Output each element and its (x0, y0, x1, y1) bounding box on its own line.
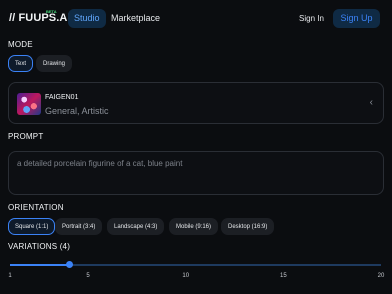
mode-label: MODE (8, 40, 33, 49)
beta-badge: BETA (46, 9, 57, 14)
orientation-label: ORIENTATION (8, 203, 64, 212)
nav-studio[interactable]: Studio (68, 9, 106, 28)
slider-tick-label: 15 (280, 273, 287, 279)
slider-tick-label: 5 (86, 273, 90, 279)
prompt-input[interactable]: a detailed porcelain figurine of a cat, … (8, 151, 384, 195)
mode-text-button[interactable]: Text (8, 55, 34, 72)
app-header: // FUUPS.AI BETA Studio Marketplace Sign… (0, 0, 392, 36)
model-selector[interactable]: FAIGEN01 General, Artistic ‹ (8, 82, 384, 124)
mode-drawing-button[interactable]: Drawing (36, 55, 73, 72)
variations-label: VARIATIONS (4) (8, 242, 71, 251)
slider-fill (10, 264, 69, 266)
variations-slider[interactable] (10, 261, 381, 268)
model-tags: General, Artistic (45, 106, 109, 116)
slider-tick-label: 20 (377, 273, 385, 279)
orientation-square-button[interactable]: Square (1:1) (8, 218, 56, 235)
slider-thumb[interactable] (65, 261, 73, 268)
model-thumbnail (17, 93, 41, 115)
orientation-mobile-button[interactable]: Mobile (9:16) (169, 218, 219, 235)
orientation-desktop-button[interactable]: Desktop (16:9) (221, 218, 275, 235)
sign-up-button[interactable]: Sign Up (333, 9, 380, 28)
orientation-landscape-button[interactable]: Landscape (4:3) (107, 218, 165, 235)
sign-in-link[interactable]: Sign In (299, 9, 324, 28)
orientation-portrait-button[interactable]: Portrait (3:4) (55, 218, 103, 235)
prompt-label: PROMPT (8, 132, 44, 141)
chevron-left-icon[interactable]: ‹ (370, 97, 373, 108)
prompt-placeholder: a detailed porcelain figurine of a cat, … (17, 159, 183, 168)
slider-tick-label: 1 (8, 273, 12, 279)
app-logo[interactable]: // FUUPS.AI (9, 12, 71, 24)
slider-tick-label: 10 (182, 273, 190, 279)
nav-marketplace[interactable]: Marketplace (111, 9, 160, 28)
model-name: FAIGEN01 (45, 94, 79, 101)
